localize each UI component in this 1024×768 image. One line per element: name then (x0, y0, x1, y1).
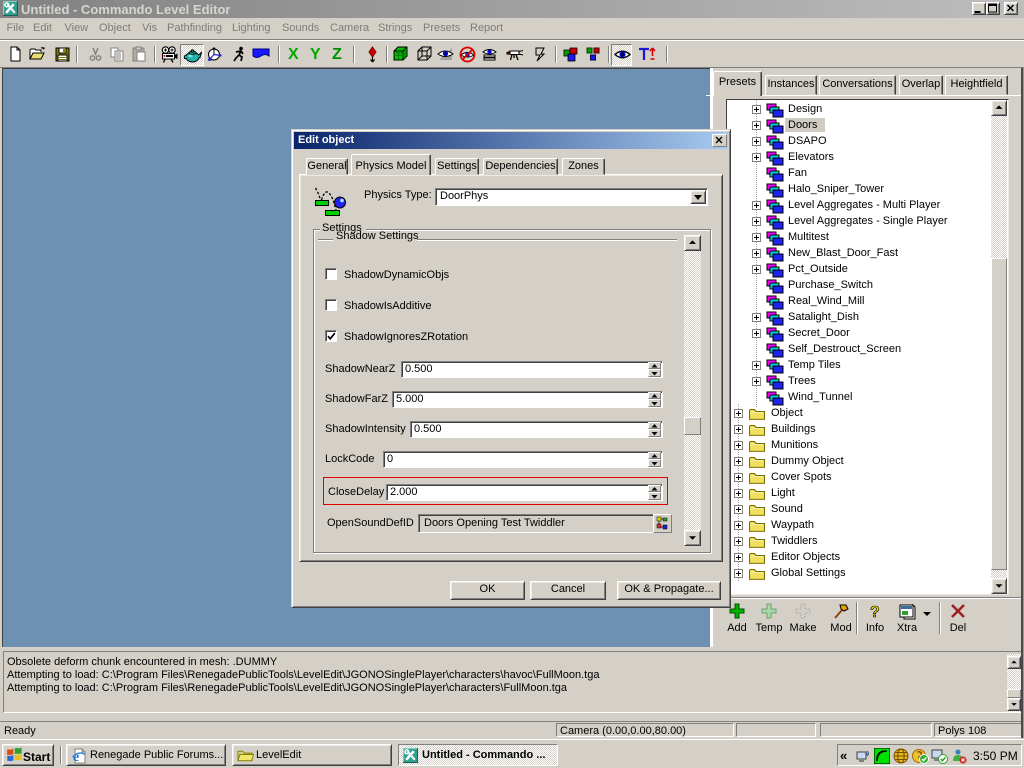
svg-text:e: e (73, 750, 79, 764)
svg-text:?: ? (870, 604, 880, 620)
